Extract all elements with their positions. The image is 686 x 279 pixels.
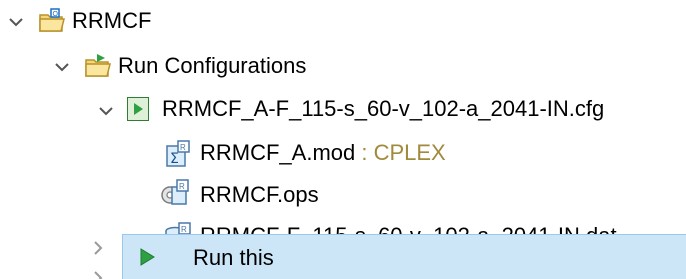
project-explorer-tree: O RRMCF Run Configurations RRMCF_A-F_115… <box>0 0 686 279</box>
chevron-right-icon[interactable] <box>88 238 108 258</box>
config-file-label[interactable]: RRMCF_A-F_115-s_60-v_102-a_2041-IN.cfg <box>162 92 604 126</box>
model-file-label: RRMCF_A.mod <box>200 140 356 165</box>
project-folder-icon: O <box>38 8 65 34</box>
chevron-down-icon[interactable] <box>6 12 26 32</box>
svg-text:R: R <box>179 182 185 191</box>
run-icon <box>137 247 157 267</box>
project-label[interactable]: RRMCF <box>72 4 151 38</box>
chevron-down-icon[interactable] <box>52 57 72 77</box>
ops-file-label[interactable]: RRMCF.ops <box>200 178 319 212</box>
svg-text:R: R <box>181 225 187 234</box>
chevron-right-icon[interactable] <box>88 268 108 279</box>
svg-text:R: R <box>180 143 186 152</box>
run-configurations-folder-icon <box>84 53 111 79</box>
run-configurations-label[interactable]: Run Configurations <box>118 49 306 83</box>
run-config-file-icon <box>126 96 152 122</box>
run-this-menu-item[interactable]: Run this <box>193 235 274 279</box>
svg-text:O: O <box>53 11 59 18</box>
chevron-down-icon[interactable] <box>96 101 116 121</box>
model-file-entry[interactable]: RRMCF_A.mod : CPLEX <box>200 136 446 170</box>
model-file-icon: Σ R <box>164 140 190 167</box>
svg-text:Σ: Σ <box>170 151 179 167</box>
settings-file-icon: R <box>160 179 189 205</box>
context-menu: Run this <box>122 234 686 279</box>
model-file-engine: : CPLEX <box>355 140 446 165</box>
